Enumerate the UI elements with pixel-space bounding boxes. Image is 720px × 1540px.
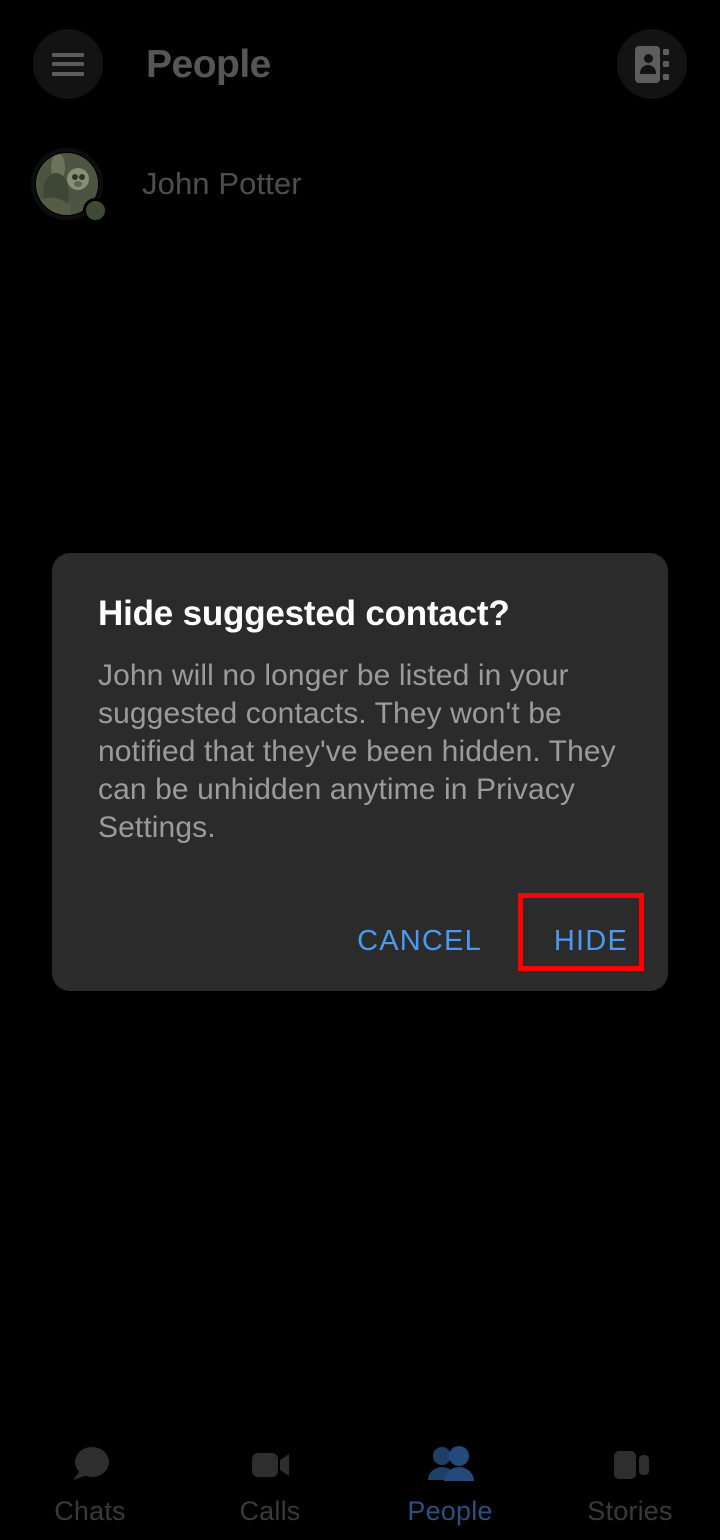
online-status-dot [83, 198, 108, 223]
contact-name: John Potter [142, 166, 302, 201]
tab-label-chats: Chats [54, 1496, 126, 1526]
app-screen: People John Potter Hide suggested contac… [0, 0, 720, 1540]
chat-bubble-icon [68, 1444, 112, 1486]
dialog-title: Hide suggested contact? [98, 594, 510, 633]
hide-button-wrap: HIDE [538, 913, 644, 970]
tab-label-calls: Calls [239, 1496, 301, 1526]
tab-calls[interactable]: Calls [180, 1422, 360, 1527]
bottom-navigation-bar: Chats Calls People Stories [0, 1422, 720, 1540]
hide-button[interactable]: HIDE [538, 913, 644, 970]
tab-label-people: People [407, 1496, 493, 1526]
dialog-actions: CANCEL HIDE [52, 891, 668, 991]
list-item[interactable]: John Potter [0, 141, 720, 227]
tab-people[interactable]: People [360, 1422, 540, 1527]
tab-stories[interactable]: Stories [540, 1422, 720, 1527]
cancel-button[interactable]: CANCEL [341, 913, 498, 970]
hide-suggested-contact-dialog: Hide suggested contact? John will no lon… [52, 553, 668, 991]
hamburger-menu-icon [52, 52, 84, 76]
people-icon [426, 1444, 474, 1486]
avatar[interactable] [31, 148, 108, 223]
contacts-button[interactable] [617, 29, 687, 99]
dialog-message: John will no longer be listed in your su… [98, 659, 616, 844]
video-camera-icon [248, 1444, 292, 1486]
tab-label-stories: Stories [587, 1496, 673, 1526]
address-book-icon [635, 45, 669, 83]
page-title: People [146, 42, 271, 86]
app-bar: People [0, 0, 720, 128]
hamburger-menu-button[interactable] [33, 29, 103, 99]
tab-chats[interactable]: Chats [0, 1422, 180, 1527]
stories-panels-icon [608, 1444, 652, 1486]
